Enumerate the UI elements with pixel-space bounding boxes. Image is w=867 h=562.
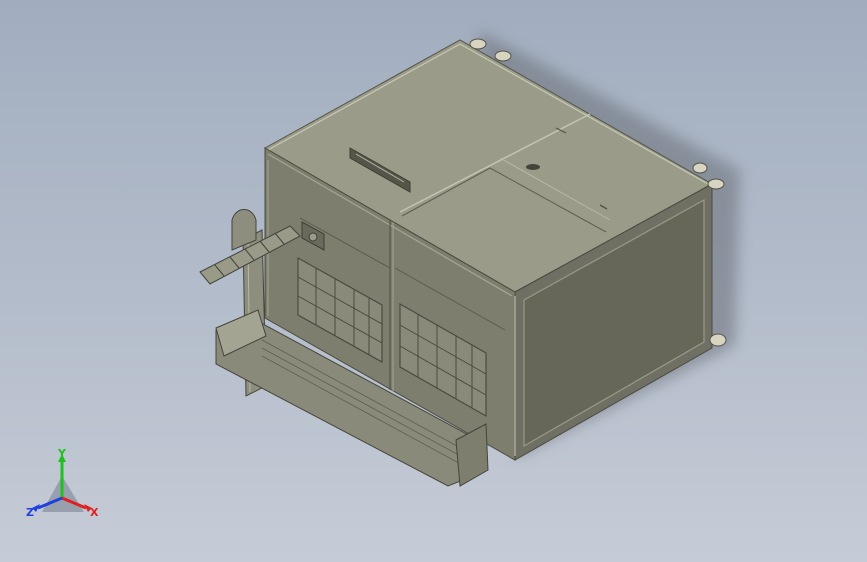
triad-z-label: Z	[26, 506, 34, 519]
triad-x-label: X	[90, 506, 99, 519]
view-orientation-triad[interactable]: Y X Z	[22, 446, 112, 524]
front-connector-port	[308, 232, 318, 242]
enclosure-3d-model[interactable]	[0, 0, 867, 562]
triad-y-label: Y	[57, 447, 67, 460]
top-vent-oval	[526, 164, 540, 170]
cad-viewport[interactable]: Y X Z	[0, 0, 867, 562]
